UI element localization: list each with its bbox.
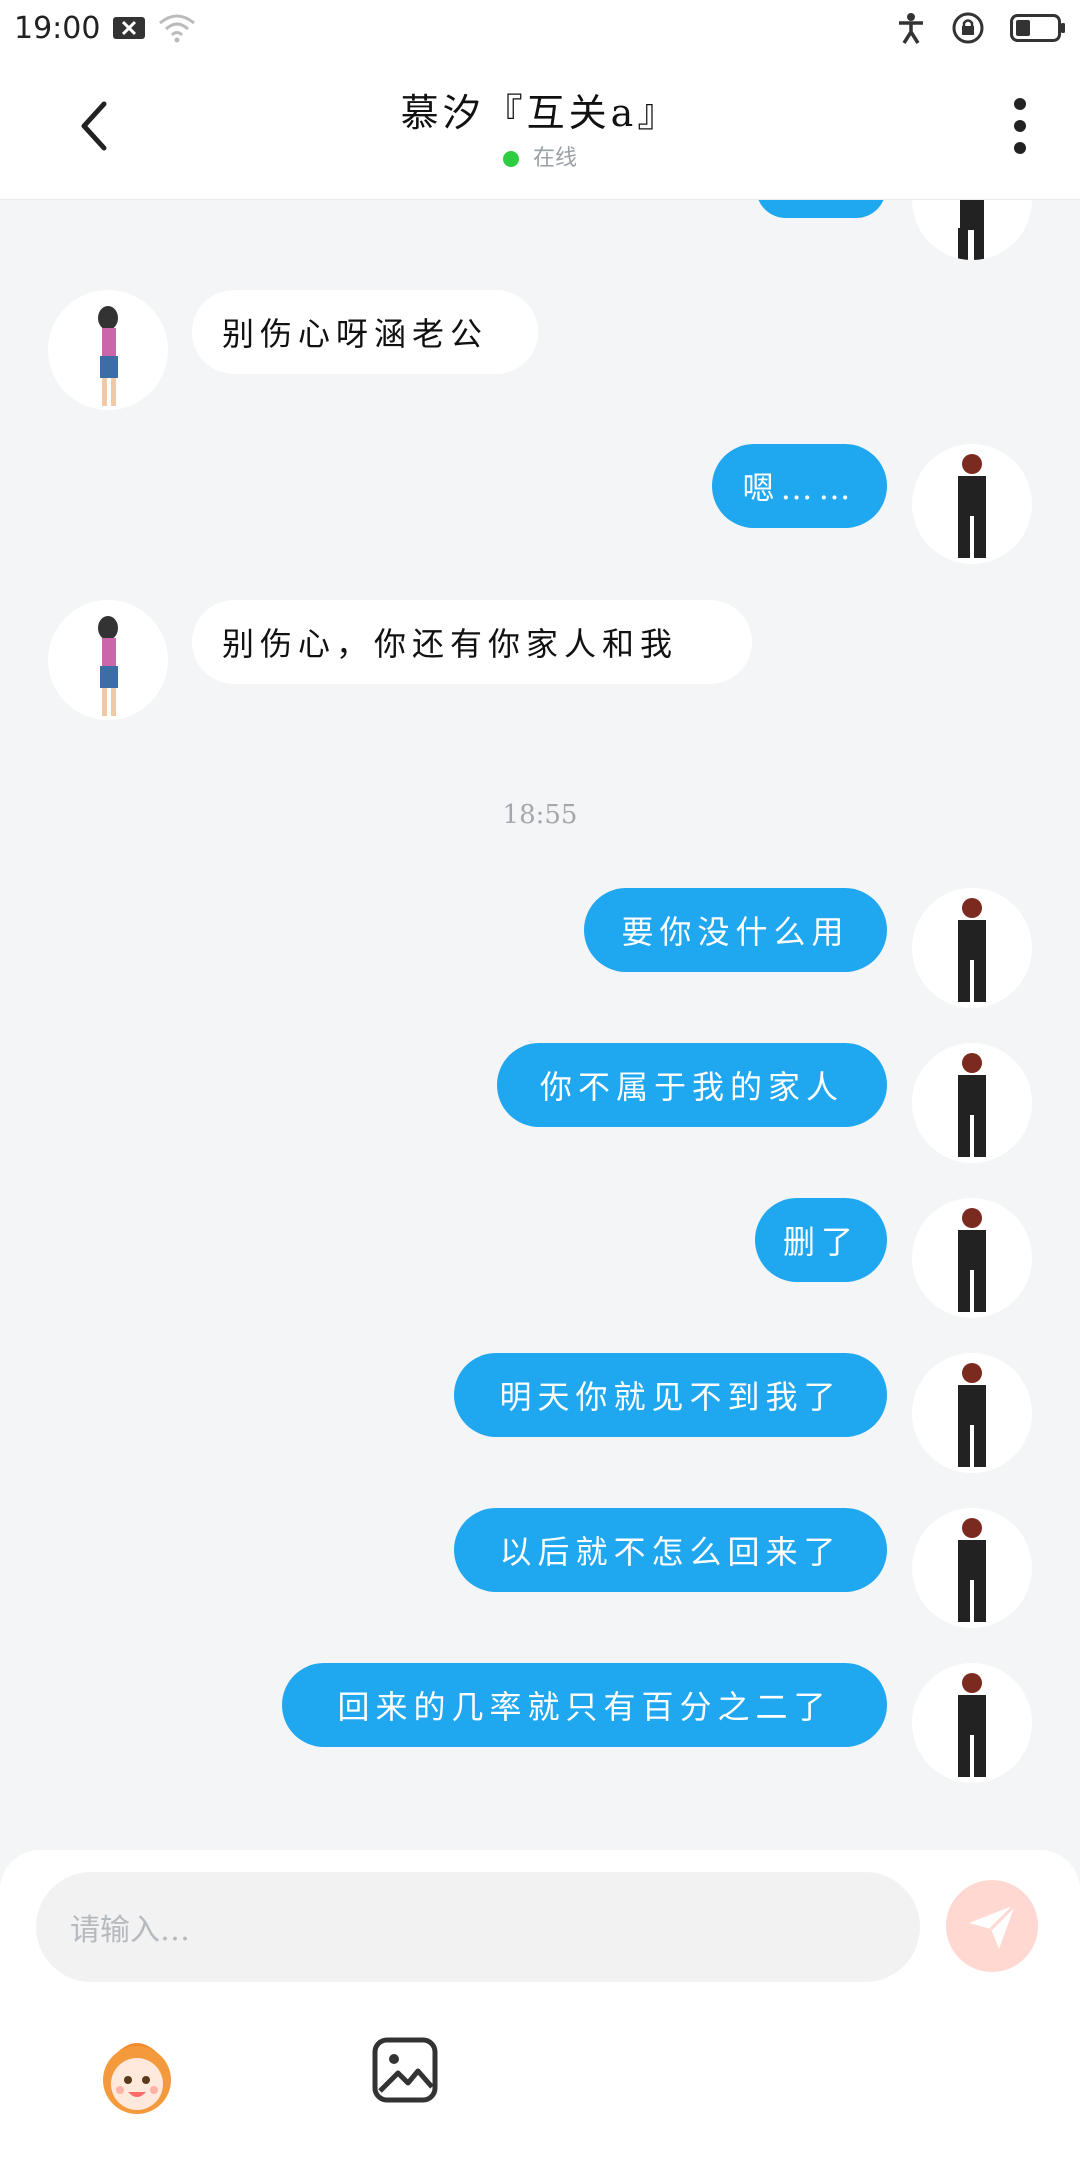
- composer-panel: 请输入…: [0, 1850, 1080, 2160]
- online-status-label: 在线: [532, 146, 577, 171]
- my-avatar[interactable]: [912, 1508, 1032, 1628]
- contact-avatar[interactable]: [48, 600, 168, 720]
- message-timestamp: 18:55: [502, 800, 578, 830]
- more-vert-icon: [1014, 98, 1026, 154]
- send-icon: [969, 1903, 1017, 1949]
- my-avatar[interactable]: [912, 888, 1032, 1008]
- message-bubble-outgoing[interactable]: 你不属于我的家人: [497, 1043, 887, 1127]
- my-avatar[interactable]: [912, 200, 1032, 260]
- lock-icon: [952, 12, 984, 44]
- wifi-icon: [158, 13, 196, 43]
- online-status: 在线: [0, 140, 1080, 172]
- accessibility-icon: [896, 12, 926, 44]
- message-bubble-outgoing[interactable]: 要你没什么用: [584, 888, 887, 972]
- my-avatar[interactable]: [912, 1198, 1032, 1318]
- message-input-placeholder: 请输入…: [70, 1913, 190, 1948]
- my-avatar[interactable]: [912, 1353, 1032, 1473]
- message-bubble-outgoing[interactable]: 明天你就见不到我了: [454, 1353, 887, 1437]
- sim-x-icon: [112, 16, 146, 40]
- more-options-button[interactable]: [1000, 96, 1040, 156]
- message-bubble-outgoing[interactable]: 嗯……: [712, 444, 887, 528]
- emoji-icon: [103, 2043, 171, 2114]
- message-bubble-incoming[interactable]: 别伤心呀涵老公: [192, 290, 538, 374]
- my-avatar[interactable]: [912, 1663, 1032, 1783]
- message-bubble-incoming[interactable]: 别伤心，你还有你家人和我: [192, 600, 752, 684]
- chat-header: 慕汐『互关a』 在线: [0, 56, 1080, 200]
- image-button[interactable]: [370, 2035, 440, 2105]
- image-icon: [372, 2037, 438, 2103]
- message-bubble-partial: [756, 200, 886, 218]
- status-bar: 19:00: [0, 0, 1080, 56]
- emoji-button[interactable]: [92, 2030, 182, 2120]
- message-bubble-outgoing[interactable]: 回来的几率就只有百分之二了: [282, 1663, 887, 1747]
- message-input[interactable]: 请输入…: [36, 1872, 920, 1982]
- chat-title: 慕汐『互关a』: [400, 91, 680, 135]
- message-list[interactable]: 别伤心呀涵老公 嗯…… 别伤心，你还有你家人和我 18:55 要你没什么用 你不…: [0, 200, 1080, 1850]
- battery-icon: [1010, 14, 1066, 42]
- send-button[interactable]: [946, 1880, 1038, 1972]
- my-avatar[interactable]: [912, 444, 1032, 564]
- my-avatar[interactable]: [912, 1043, 1032, 1163]
- message-bubble-outgoing[interactable]: 以后就不怎么回来了: [454, 1508, 887, 1592]
- message-bubble-outgoing[interactable]: 删了: [755, 1198, 887, 1282]
- status-time: 19:00: [14, 10, 101, 46]
- contact-avatar[interactable]: [48, 290, 168, 410]
- online-dot-icon: [502, 151, 519, 167]
